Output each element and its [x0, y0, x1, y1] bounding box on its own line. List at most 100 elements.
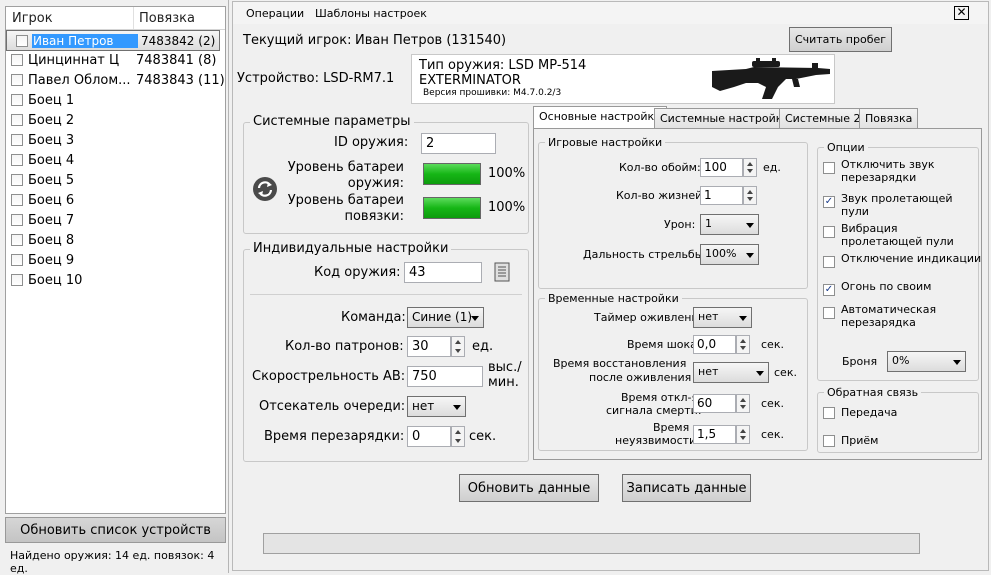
list-item[interactable]: Боец 2: [6, 110, 225, 130]
player-checkbox[interactable]: [11, 134, 23, 146]
list-item[interactable]: Цинциннат Ц 7483841 (8): [6, 50, 225, 70]
player-checkbox[interactable]: [11, 114, 23, 126]
option-checkbox[interactable]: ✓: [823, 196, 835, 208]
burst-select[interactable]: нет: [407, 396, 466, 417]
list-item[interactable]: Боец 9: [6, 250, 225, 270]
receive-checkbox[interactable]: [823, 435, 835, 447]
player-checkbox[interactable]: [11, 154, 23, 166]
player-checkbox[interactable]: [11, 254, 23, 266]
list-item[interactable]: Иван Петров 7483842 (2): [6, 30, 221, 51]
player-name: Боец 6: [28, 192, 75, 208]
time-settings-title: Временные настройки: [545, 292, 682, 305]
death-signal-input[interactable]: 60: [693, 394, 736, 413]
refresh-battery-icon[interactable]: [252, 176, 278, 202]
player-list[interactable]: Игрок Повязка Иван Петров7483842 (2)Марг…: [5, 6, 226, 514]
progress-bar: [263, 533, 920, 554]
fire-rate-input[interactable]: 750: [407, 366, 483, 387]
list-item[interactable]: Боец 3: [6, 130, 225, 150]
list-item[interactable]: Боец 8: [6, 230, 225, 250]
weapon-id-input[interactable]: 2: [421, 133, 496, 154]
option-checkbox[interactable]: [823, 226, 835, 238]
spin-up-icon[interactable]: [740, 398, 746, 402]
option-label-line2: пули: [841, 205, 869, 218]
damage-select[interactable]: 1: [700, 214, 759, 235]
write-data-button[interactable]: Записать данные: [622, 474, 751, 502]
player-name: Боец 4: [28, 152, 75, 168]
option-checkbox[interactable]: [823, 162, 835, 174]
lives-spinner[interactable]: [743, 186, 757, 205]
reload-time-input[interactable]: 0: [407, 426, 451, 447]
weapon-code-input[interactable]: 43: [404, 262, 482, 283]
option-checkbox[interactable]: [823, 256, 835, 268]
revive-timer-select[interactable]: нет: [693, 307, 752, 328]
tab-band[interactable]: Повязка: [859, 108, 919, 128]
spin-down-icon[interactable]: [740, 346, 746, 350]
recovery-time-unit: сек.: [774, 366, 797, 379]
menu-operations[interactable]: Операции: [246, 7, 304, 20]
spin-up-icon[interactable]: [740, 339, 746, 343]
player-checkbox[interactable]: [11, 54, 23, 66]
refresh-devices-button[interactable]: Обновить список устройств: [5, 517, 226, 543]
range-select[interactable]: 100%: [700, 244, 759, 265]
firmware-version: Версия прошивки: M4.7.0.2/3: [423, 88, 562, 98]
spin-up-icon[interactable]: [455, 430, 461, 434]
option-checkbox[interactable]: ✓: [823, 284, 835, 296]
spin-down-icon[interactable]: [455, 349, 461, 353]
code-list-icon[interactable]: [494, 262, 510, 282]
spin-down-icon[interactable]: [747, 197, 753, 201]
individual-settings-group: Индивидуальные настройки Код оружия: 43 …: [243, 241, 529, 462]
player-checkbox[interactable]: [11, 194, 23, 206]
ammo-spinner[interactable]: [451, 336, 465, 357]
update-data-button[interactable]: Обновить данные: [459, 474, 599, 502]
player-checkbox[interactable]: [11, 74, 23, 86]
list-item[interactable]: Павел Облом... 7483843 (11): [6, 70, 225, 90]
game-settings-title: Игровые настройки: [545, 136, 666, 149]
list-item[interactable]: Боец 7: [6, 210, 225, 230]
spin-down-icon[interactable]: [740, 436, 746, 440]
spin-down-icon[interactable]: [740, 405, 746, 409]
armor-select[interactable]: 0%: [887, 351, 966, 372]
spin-up-icon[interactable]: [747, 162, 753, 166]
spin-down-icon[interactable]: [747, 169, 753, 173]
transmit-checkbox[interactable]: [823, 407, 835, 419]
option-checkbox[interactable]: [823, 307, 835, 319]
list-item[interactable]: Боец 5: [6, 170, 225, 190]
spin-down-icon[interactable]: [455, 439, 461, 443]
player-checkbox[interactable]: [11, 274, 23, 286]
column-header-player[interactable]: Игрок: [6, 7, 134, 29]
death-signal-spinner[interactable]: [736, 394, 750, 413]
read-mileage-button[interactable]: Считать пробег: [789, 27, 892, 52]
list-item[interactable]: Боец 1: [6, 90, 225, 110]
column-header-band[interactable]: Повязка: [134, 7, 195, 29]
close-icon[interactable]: ✕: [954, 6, 969, 20]
spin-up-icon[interactable]: [740, 429, 746, 433]
player-checkbox[interactable]: [11, 234, 23, 246]
shock-time-input[interactable]: 0,0: [693, 335, 736, 354]
tab-system-2[interactable]: Системные 2: [779, 108, 867, 128]
ammo-input[interactable]: 30: [407, 336, 451, 357]
player-name: Боец 7: [28, 212, 75, 228]
spin-up-icon[interactable]: [455, 340, 461, 344]
reload-time-spinner[interactable]: [451, 426, 465, 447]
fire-rate-unit-2: мин.: [488, 375, 519, 390]
invulnerability-spinner[interactable]: [736, 425, 750, 444]
lives-input[interactable]: 1: [700, 186, 743, 205]
list-item[interactable]: Боец 4: [6, 150, 225, 170]
team-select[interactable]: Синие (1): [407, 307, 484, 328]
list-item[interactable]: Боец 10: [6, 270, 225, 290]
clips-input[interactable]: 100: [700, 158, 743, 177]
clips-spinner[interactable]: [743, 158, 757, 177]
menu-templates[interactable]: Шаблоны настроек: [315, 7, 427, 20]
player-checkbox[interactable]: [16, 34, 28, 47]
spin-up-icon[interactable]: [747, 190, 753, 194]
invulnerability-input[interactable]: 1,5: [693, 425, 736, 444]
player-checkbox[interactable]: [11, 94, 23, 106]
player-checkbox[interactable]: [11, 214, 23, 226]
shock-time-spinner[interactable]: [736, 335, 750, 354]
list-item[interactable]: Боец 6: [6, 190, 225, 210]
recovery-time-select[interactable]: нет: [693, 362, 769, 383]
player-checkbox[interactable]: [11, 174, 23, 186]
tab-main-settings[interactable]: Основные настройки: [533, 106, 668, 129]
tab-system-settings[interactable]: Системные настройки: [654, 108, 796, 128]
player-band: 7483842 (2): [141, 33, 216, 48]
